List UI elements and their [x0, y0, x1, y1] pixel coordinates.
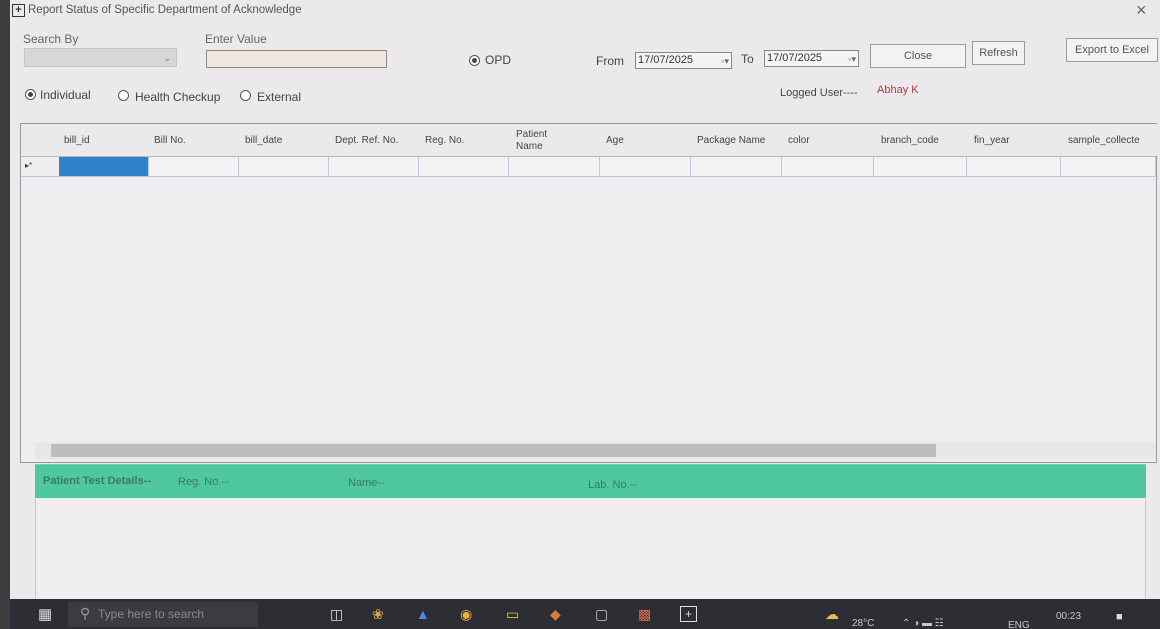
screen-bezel	[0, 0, 10, 629]
column-header[interactable]: sample_collecte	[1068, 124, 1158, 157]
logged-user-label: Logged User----	[780, 87, 858, 99]
table-cell[interactable]	[329, 157, 419, 176]
row-indicator: ▸*	[25, 161, 33, 170]
taskbar-search-input[interactable]: Type here to search	[68, 602, 258, 627]
column-header[interactable]: Age	[606, 124, 694, 157]
column-header[interactable]: Reg. No.	[425, 124, 513, 157]
app-icon[interactable]: ▢	[595, 606, 608, 623]
grid-header: bill_id Bill No. bill_date Dept. Ref. No…	[21, 124, 1158, 157]
notification-icon[interactable]: ■	[1116, 611, 1123, 623]
search-by-dropdown[interactable]: ⌄	[24, 48, 177, 67]
search-icon: ⚲	[80, 605, 91, 621]
table-cell[interactable]	[239, 157, 329, 176]
from-date-picker[interactable]: 17/07/2025 ▫▾	[635, 52, 732, 69]
table-cell[interactable]	[419, 157, 509, 176]
opd-label: OPD	[485, 53, 512, 67]
column-header[interactable]: bill_id	[64, 124, 152, 157]
table-cell[interactable]	[149, 157, 239, 176]
column-header[interactable]: Package Name	[697, 124, 769, 157]
chrome-icon[interactable]: ◉	[460, 606, 472, 623]
report-app-icon[interactable]: +	[680, 606, 697, 622]
title-bar: + Report Status of Specific Department o…	[10, 0, 1160, 24]
opd-radio[interactable]	[469, 55, 480, 66]
column-header[interactable]: Patient Name	[516, 124, 576, 157]
app-icon: +	[12, 4, 25, 17]
weather-temp: 28°C	[852, 618, 875, 629]
windows-start-icon[interactable]: ▦	[38, 605, 52, 623]
details-title: Patient Test Details--	[43, 475, 151, 487]
search-by-label: Search By	[23, 32, 79, 46]
chevron-down-icon: ⌄	[163, 53, 171, 63]
details-name-label: Name--	[348, 477, 385, 489]
column-header[interactable]: Bill No.	[154, 124, 242, 157]
taskbar: ▦ Type here to search ⚲ ◫ ❀ ▲ ◉ ▭ ◆ ▢ ▩ …	[10, 599, 1160, 629]
to-date-picker[interactable]: 17/07/2025 ▫▾	[764, 50, 859, 67]
enter-value-label: Enter Value	[205, 32, 267, 46]
column-header[interactable]: bill_date	[245, 124, 333, 157]
health-checkup-radio[interactable]	[118, 90, 129, 101]
table-cell[interactable]	[600, 157, 691, 176]
results-grid[interactable]: bill_id Bill No. bill_date Dept. Ref. No…	[20, 123, 1158, 463]
table-cell[interactable]	[874, 157, 967, 176]
app-icon[interactable]: ◆	[550, 606, 561, 623]
language-indicator[interactable]: ENG	[1008, 620, 1030, 629]
weather-icon: ☁	[825, 606, 839, 622]
scrollbar-thumb[interactable]	[51, 444, 936, 457]
from-date-value: 17/07/2025	[638, 54, 694, 66]
refresh-button[interactable]: Refresh	[972, 41, 1025, 65]
details-lab-no-label: Lab. No.--	[588, 479, 637, 491]
details-reg-no-label: Reg. No.--	[178, 476, 229, 488]
logged-user-name: Abhay K	[877, 84, 919, 96]
to-label: To	[741, 52, 754, 66]
to-date-value: 17/07/2025	[767, 52, 823, 64]
column-header[interactable]: branch_code	[881, 124, 969, 157]
external-radio[interactable]	[240, 90, 251, 101]
copilot-icon[interactable]: ❀	[372, 606, 384, 623]
column-header[interactable]: Dept. Ref. No.	[335, 124, 405, 157]
external-label: External	[257, 90, 302, 104]
table-cell[interactable]	[782, 157, 874, 176]
column-header[interactable]: fin_year	[974, 124, 1062, 157]
from-label: From	[596, 54, 624, 68]
column-header[interactable]: color	[788, 124, 876, 157]
patient-test-details-bar: Patient Test Details-- Reg. No.-- Name--…	[35, 464, 1146, 498]
task-view-icon[interactable]: ◫	[330, 606, 343, 623]
calendar-icon: ▫▾	[848, 54, 856, 64]
individual-radio[interactable]	[25, 89, 36, 100]
table-cell[interactable]	[967, 157, 1061, 176]
close-window-icon[interactable]: ×	[1136, 1, 1147, 19]
calendar-icon: ▫▾	[721, 56, 729, 66]
window-title: Report Status of Specific Department of …	[28, 4, 302, 16]
enter-value-input[interactable]	[206, 50, 387, 68]
health-checkup-label: Health Checkup	[135, 90, 221, 104]
horizontal-scrollbar[interactable]	[35, 442, 1156, 459]
table-cell[interactable]	[59, 157, 149, 176]
app-icon[interactable]: ▲	[416, 606, 430, 622]
table-cell[interactable]	[509, 157, 600, 176]
individual-label: Individual	[40, 88, 91, 102]
export-excel-button[interactable]: Export to Excel	[1066, 38, 1158, 62]
close-button[interactable]: Close	[870, 44, 966, 68]
clock-time[interactable]: 00:23	[1056, 611, 1081, 622]
table-row[interactable]: ▸*	[21, 157, 1158, 177]
table-cell[interactable]	[1061, 157, 1156, 176]
table-cell[interactable]	[691, 157, 782, 176]
app-icon[interactable]: ▩	[638, 606, 651, 623]
file-explorer-icon[interactable]: ▭	[506, 606, 519, 623]
tray-icons[interactable]: ⌃ ◑ ▬ ☷	[902, 618, 944, 629]
patient-test-details-grid[interactable]	[35, 499, 1146, 599]
